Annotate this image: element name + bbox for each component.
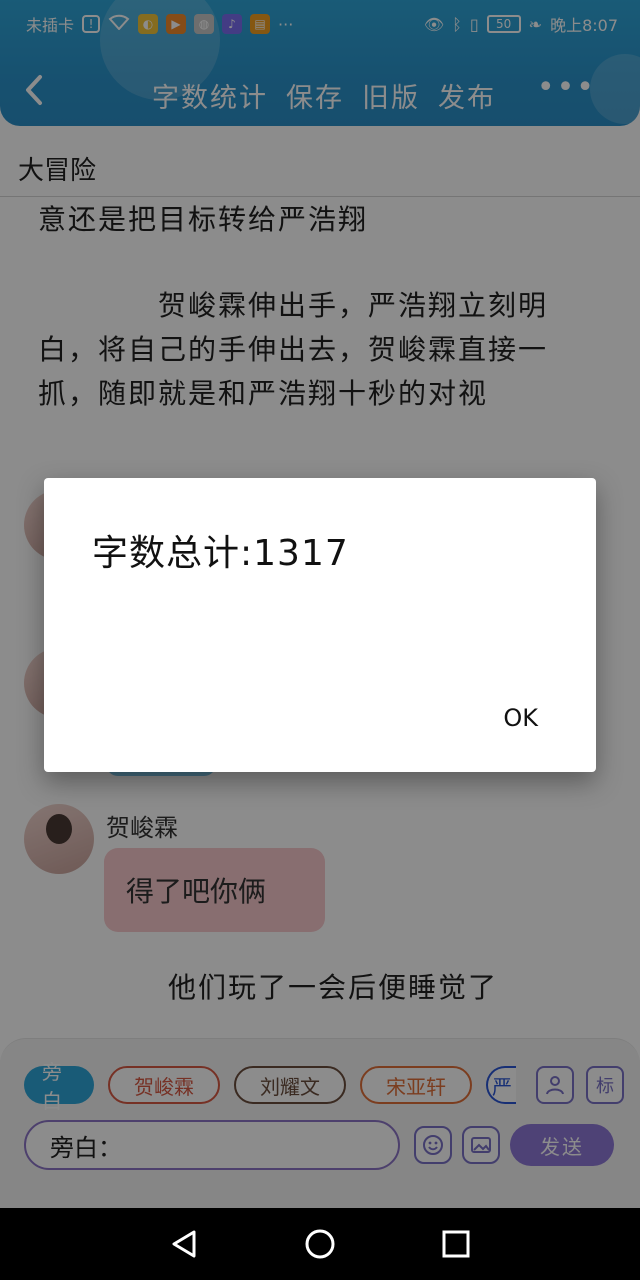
ok-button[interactable]: OK: [503, 704, 538, 732]
nav-recents-icon[interactable]: [438, 1226, 474, 1262]
nav-home-icon[interactable]: [302, 1226, 338, 1262]
word-count-dialog: 字数总计:1317 OK: [44, 478, 596, 772]
nav-back-icon[interactable]: [166, 1226, 202, 1262]
dialog-message: 字数总计:1317: [92, 533, 349, 574]
system-nav-bar: [0, 1208, 640, 1280]
